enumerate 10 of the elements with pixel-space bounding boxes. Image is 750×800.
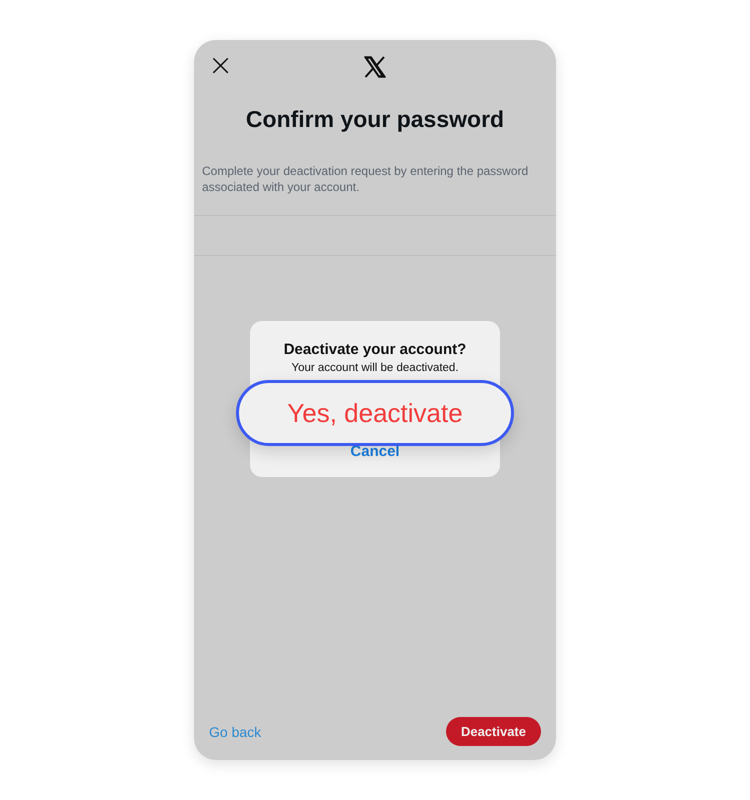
confirm-button[interactable]: Yes, deactivate xyxy=(236,380,514,446)
logo-icon xyxy=(363,55,387,79)
alert-message: Your account will be deactivated. xyxy=(291,362,459,374)
page-title: Confirm your password xyxy=(244,106,506,133)
go-back-link[interactable]: Go back xyxy=(209,724,262,740)
password-field[interactable] xyxy=(194,215,556,256)
alert-title: Deactivate your account? xyxy=(284,341,466,358)
close-button[interactable]: × xyxy=(208,52,232,80)
deactivate-button[interactable]: Deactivate xyxy=(446,717,541,746)
description-text: Complete your deactivation request by entering the password associated with your account. xyxy=(202,163,530,195)
